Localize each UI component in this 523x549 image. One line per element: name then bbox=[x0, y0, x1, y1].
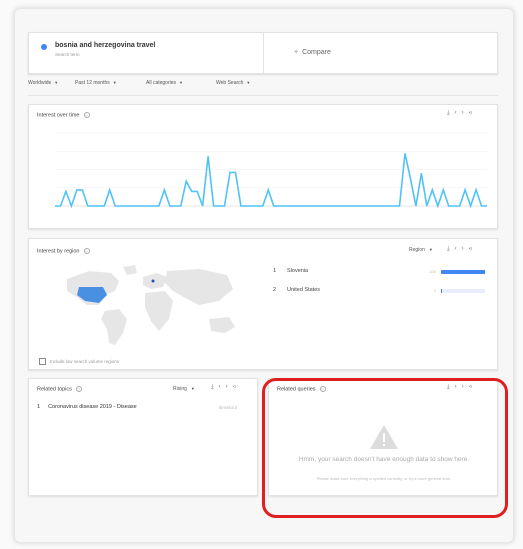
region-row-bar-track bbox=[441, 289, 485, 293]
interest-over-time-card: Interest over time? ⤓‹›⋖ bbox=[28, 104, 498, 229]
region-row-name[interactable]: Slovenia bbox=[287, 268, 308, 274]
chevron-down-icon: ▼ bbox=[190, 386, 195, 391]
related-topic-item[interactable]: 1 Coronavirus disease 2019 - Disease bbox=[37, 404, 137, 410]
breakout-badge: Breakout bbox=[219, 405, 238, 410]
chevron-down-icon: ▼ bbox=[112, 80, 117, 85]
compare-label: Compare bbox=[302, 49, 331, 56]
help-icon[interactable]: ? bbox=[75, 386, 82, 392]
interest-line-series[interactable] bbox=[55, 153, 487, 209]
region-row-value: 100 bbox=[429, 269, 436, 274]
chevron-down-icon: ▼ bbox=[428, 247, 433, 252]
map-europe bbox=[143, 273, 167, 289]
card-tools: ⤓‹›⋖ bbox=[447, 246, 477, 253]
interest-by-region-card: Interest by region? Region ▼ ⤓‹›⋖ 1 Sloven… bbox=[28, 238, 498, 370]
topics-filter-label: Rising bbox=[173, 386, 187, 392]
interest-by-region-title: Interest by region? bbox=[37, 248, 90, 255]
page: bosnia and herzegovina travel Search ter… bbox=[0, 0, 523, 549]
map-south-america bbox=[101, 309, 127, 345]
world-map[interactable] bbox=[49, 261, 249, 351]
chevron-down-icon: ▼ bbox=[179, 80, 183, 85]
search-term-box[interactable]: bosnia and herzegovina travel Search ter… bbox=[29, 33, 264, 75]
search-term-sub: Search term bbox=[55, 52, 80, 57]
map-africa bbox=[145, 291, 173, 331]
region-row-rank: 2 bbox=[273, 287, 277, 293]
share-icon[interactable]: ⋖ bbox=[233, 384, 241, 390]
search-type-filter-label: Web Search bbox=[216, 80, 244, 86]
low-volume-checkbox[interactable] bbox=[39, 358, 46, 365]
chevron-down-icon: ▼ bbox=[246, 80, 251, 85]
map-australia bbox=[209, 317, 235, 333]
download-icon[interactable]: ⤓ bbox=[211, 384, 219, 390]
region-filter-label: Worldwide bbox=[28, 80, 52, 86]
download-icon[interactable]: ⤓ bbox=[447, 246, 455, 252]
topics-filter-select[interactable]: Rising ▼ bbox=[173, 386, 195, 392]
map-asia bbox=[165, 269, 233, 305]
related-topics-card: Related topics? Rising ▼ ⤓‹›⋖ 1 Coronaviru… bbox=[28, 378, 258, 496]
filter-divider bbox=[28, 95, 498, 96]
region-row-rank: 1 bbox=[273, 268, 277, 274]
search-term-card: bosnia and herzegovina travel Search ter… bbox=[28, 32, 498, 75]
series-color-dot bbox=[41, 44, 47, 50]
time-filter-label: Past 12 months bbox=[75, 80, 110, 86]
related-topics-title: Related topics? bbox=[37, 386, 82, 393]
help-icon[interactable]: ? bbox=[83, 248, 90, 254]
card-tools: ⤓‹›⋖ bbox=[211, 384, 241, 391]
category-filter[interactable]: All categories ▼ bbox=[146, 80, 183, 86]
region-filter[interactable]: Worldwide ▼ bbox=[28, 80, 58, 86]
compare-button[interactable]: + Compare bbox=[294, 49, 331, 56]
region-selector-label: Region bbox=[409, 247, 425, 253]
chevron-down-icon: ▼ bbox=[54, 80, 59, 85]
category-filter-label: All categories bbox=[146, 80, 177, 86]
search-type-filter[interactable]: Web Search ▼ bbox=[216, 80, 250, 86]
region-row-bar bbox=[441, 270, 485, 274]
embed-icon[interactable]: ‹› bbox=[219, 384, 233, 390]
region-selector[interactable]: Region ▼ bbox=[409, 247, 433, 253]
interest-over-time-chart bbox=[55, 132, 487, 209]
map-slovenia bbox=[151, 279, 155, 283]
embed-icon[interactable]: ‹› bbox=[455, 246, 469, 252]
plus-icon: + bbox=[294, 49, 299, 56]
map-greenland bbox=[123, 265, 137, 275]
search-term-name[interactable]: bosnia and herzegovina travel bbox=[55, 42, 155, 49]
share-icon[interactable]: ⋖ bbox=[469, 246, 477, 252]
region-row-name[interactable]: United States bbox=[287, 287, 320, 293]
time-filter[interactable]: Past 12 months ▼ bbox=[75, 80, 117, 86]
red-highlight-annotation bbox=[262, 378, 508, 518]
filter-row: Worldwide ▼ Past 12 months ▼ All categorie… bbox=[28, 80, 498, 96]
map-united-states bbox=[77, 287, 107, 303]
region-row-value: 2 bbox=[433, 288, 436, 293]
region-row-bar bbox=[441, 289, 442, 293]
low-volume-label: Include low search volume regions bbox=[50, 359, 120, 364]
